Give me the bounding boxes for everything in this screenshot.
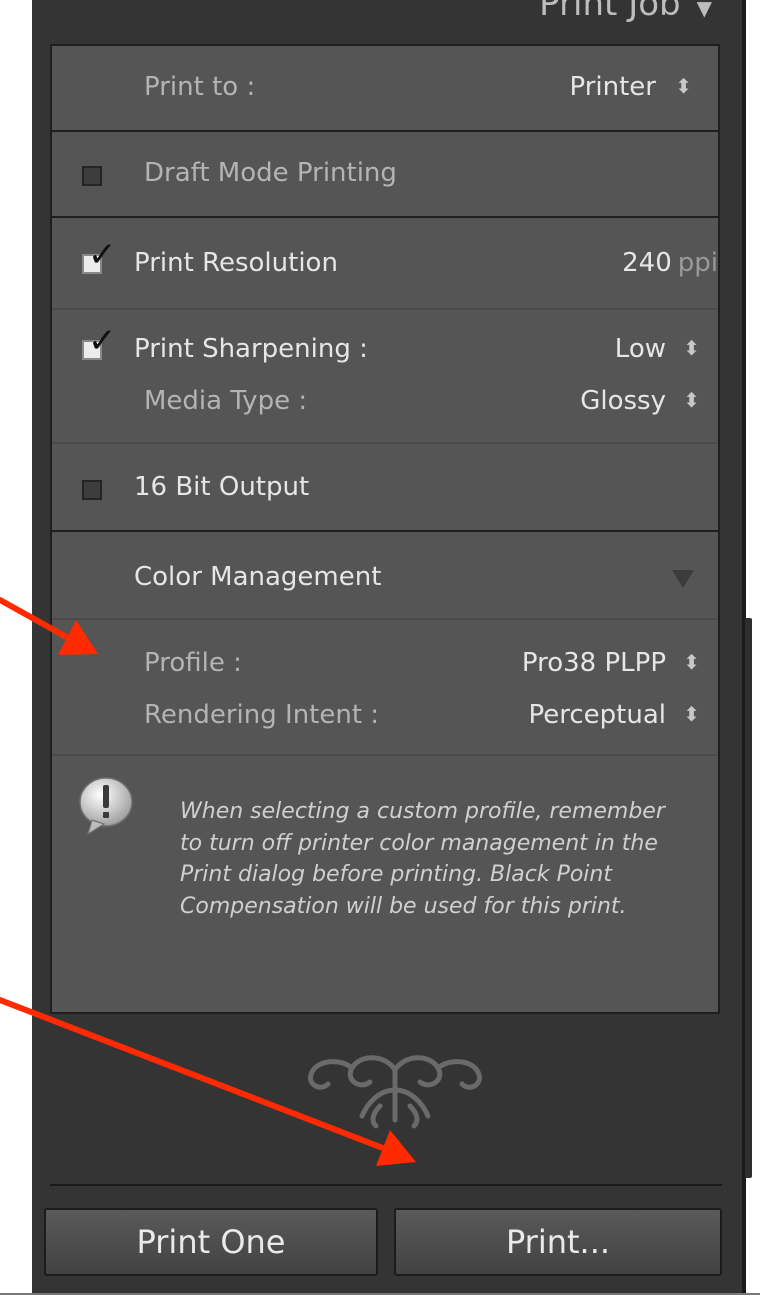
- color-management-title: Color Management: [134, 562, 382, 592]
- print-resolution-check-icon: ✓: [88, 235, 117, 275]
- profile-label: Profile :: [144, 648, 242, 678]
- panel-collapse-icon[interactable]: ▼: [697, 0, 712, 20]
- rendering-intent-label: Rendering Intent :: [144, 700, 380, 730]
- panel-end-ornament-icon: [308, 1055, 482, 1129]
- print-to-label: Print to :: [144, 72, 256, 102]
- rendering-intent-stepper-icon[interactable]: ⬍: [683, 702, 700, 726]
- media-type-stepper-icon[interactable]: ⬍: [683, 388, 700, 412]
- panel-header[interactable]: Print Job ▼: [72, 0, 712, 24]
- print-sharpening-check-icon: ✓: [88, 321, 117, 361]
- color-management-note: When selecting a custom profile, remembe…: [180, 799, 665, 919]
- scrollbar-thumb[interactable]: [745, 618, 752, 1178]
- warning-icon: [79, 777, 133, 836]
- rendering-intent-value[interactable]: Perceptual: [529, 700, 667, 730]
- print-to-row: Print to : Printer ⬍: [50, 44, 720, 132]
- print-resolution-value-wrap[interactable]: 240 ppi: [622, 248, 718, 278]
- print-sharpening-label: Print Sharpening :: [134, 334, 368, 364]
- separator: [52, 308, 718, 310]
- separator: [52, 618, 718, 620]
- profile-stepper-icon[interactable]: ⬍: [683, 650, 700, 674]
- draft-mode-label: Draft Mode Printing: [144, 158, 397, 188]
- button-bar-divider: [50, 1184, 722, 1186]
- print-sharpening-value[interactable]: Low: [615, 334, 666, 364]
- print-button[interactable]: Print...: [394, 1208, 722, 1276]
- media-type-value[interactable]: Glossy: [580, 386, 666, 416]
- print-job-panel: Print Job ▼ Print to : Printer ⬍ Draft Mo…: [32, 0, 742, 1293]
- print-resolution-unit: ppi: [677, 248, 718, 278]
- color-management-collapse-icon[interactable]: [672, 570, 694, 588]
- print-sharpening-stepper-icon[interactable]: ⬍: [683, 336, 700, 360]
- bottom-edge: [0, 1293, 760, 1311]
- draft-mode-row: Draft Mode Printing: [50, 130, 720, 218]
- draft-mode-checkbox[interactable]: [82, 166, 102, 186]
- panel-title: Print Job: [539, 0, 681, 24]
- profile-value[interactable]: Pro38 PLPP: [522, 648, 666, 678]
- media-type-label: Media Type :: [144, 386, 308, 416]
- separator: [52, 442, 718, 444]
- print-to-stepper-icon[interactable]: ⬍: [675, 74, 692, 98]
- print-one-button[interactable]: Print One: [44, 1208, 378, 1276]
- print-resolution-label: Print Resolution: [134, 248, 338, 278]
- print-resolution-value[interactable]: 240: [622, 248, 672, 278]
- bit16-label: 16 Bit Output: [134, 472, 310, 502]
- print-settings-group: ✓ Print Resolution 240 ppi ✓ Print Sharpe…: [50, 216, 720, 532]
- separator: [52, 754, 718, 756]
- bit16-checkbox[interactable]: [82, 480, 102, 500]
- color-management-group: Color Management Profile : Pro38 PLPP ⬍ …: [50, 530, 720, 1014]
- print-to-value[interactable]: Printer: [570, 72, 657, 102]
